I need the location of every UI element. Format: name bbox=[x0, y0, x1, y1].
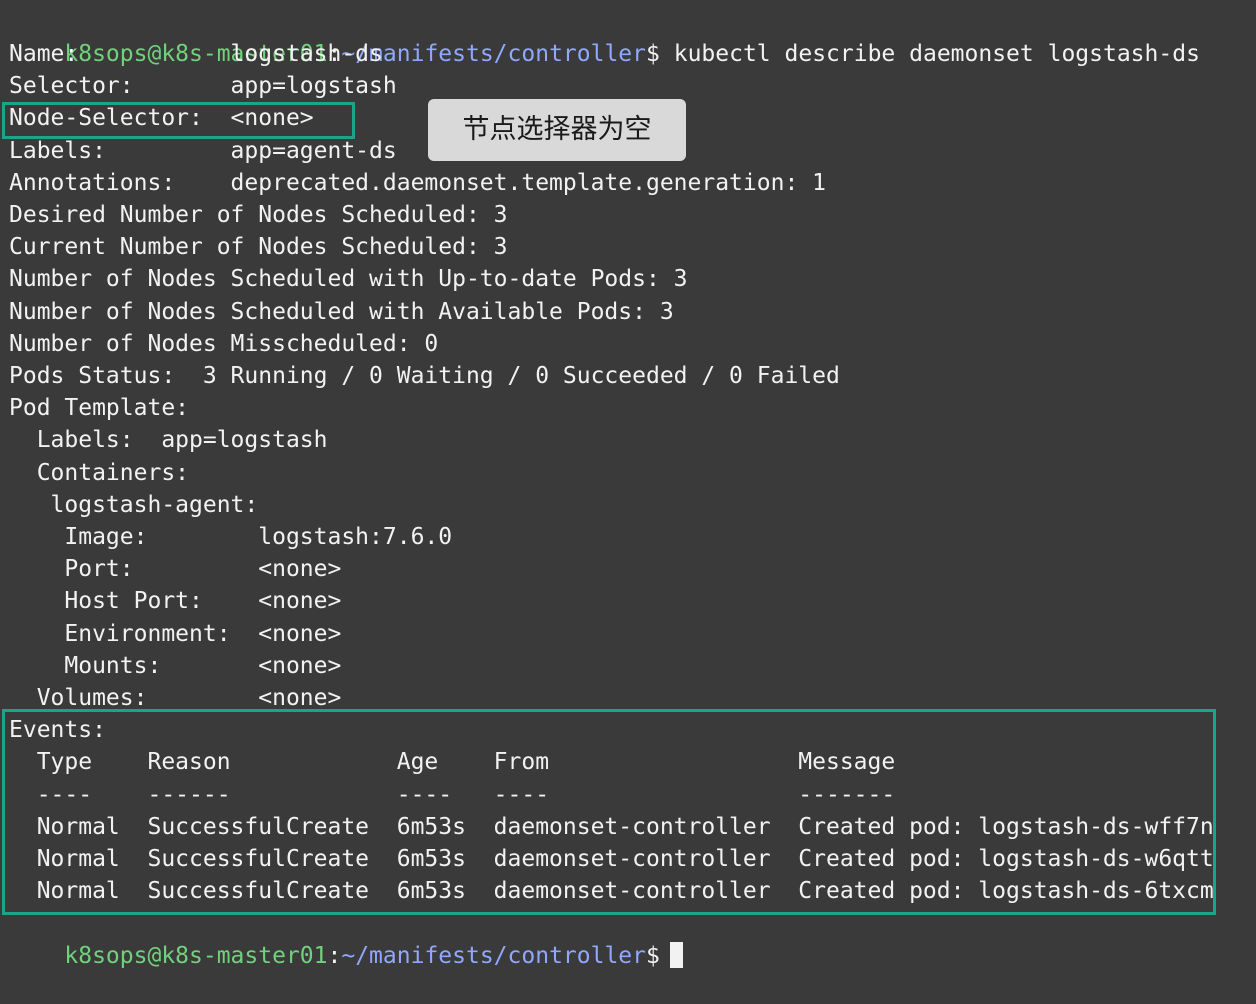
node-selector-highlight bbox=[2, 102, 355, 139]
output-line: logstash-agent: bbox=[9, 491, 259, 518]
prompt-symbol: $ bbox=[646, 943, 660, 969]
output-line: Port: <none> bbox=[9, 556, 342, 583]
output-line: Containers: bbox=[9, 459, 190, 486]
output-line: Host Port: <none> bbox=[9, 588, 342, 615]
output-line: Image: logstash:7.6.0 bbox=[9, 524, 453, 550]
output-line: Pod Template: bbox=[9, 395, 190, 422]
command-prompt-line: k8sops@k8s-master01:~/manifests/controll… bbox=[9, 6, 1200, 67]
output-line: Labels: app=logstash bbox=[9, 427, 328, 454]
output-line: Mounts: <none> bbox=[9, 652, 342, 679]
output-line: Number of Nodes Scheduled with Available… bbox=[9, 298, 674, 325]
prompt-path: ~/manifests/controller bbox=[341, 41, 646, 67]
output-line: Pods Status: 3 Running / 0 Waiting / 0 S… bbox=[9, 363, 840, 389]
node-selector-callout: 节点选择器为空 bbox=[428, 99, 686, 161]
output-line: Selector: app=logstash bbox=[9, 73, 397, 100]
output-line: Annotations: deprecated.daemonset.templa… bbox=[9, 169, 826, 196]
output-line: Name: logstash-ds bbox=[9, 41, 383, 67]
prompt-symbol: $ bbox=[646, 41, 660, 67]
output-line: Number of Nodes Scheduled with Up-to-dat… bbox=[9, 266, 688, 293]
prompt-path: ~/manifests/controller bbox=[341, 943, 646, 969]
prompt-user-host: k8sops@k8s-master01 bbox=[64, 943, 328, 969]
events-highlight bbox=[2, 709, 1216, 915]
command-text: kubectl describe daemonset logstash-ds bbox=[673, 41, 1200, 67]
text-cursor bbox=[669, 942, 683, 968]
output-line: Desired Number of Nodes Scheduled: 3 bbox=[9, 202, 508, 228]
output-line: Number of Nodes Misscheduled: 0 bbox=[9, 330, 439, 357]
output-line: Current Number of Nodes Scheduled: 3 bbox=[9, 234, 508, 261]
prompt-separator: : bbox=[327, 943, 342, 969]
terminal-window[interactable]: k8sops@k8s-master01:~/manifests/controll… bbox=[0, 0, 1256, 969]
output-line: Environment: <none> bbox=[9, 620, 342, 647]
output-line: Labels: app=agent-ds bbox=[9, 137, 397, 164]
